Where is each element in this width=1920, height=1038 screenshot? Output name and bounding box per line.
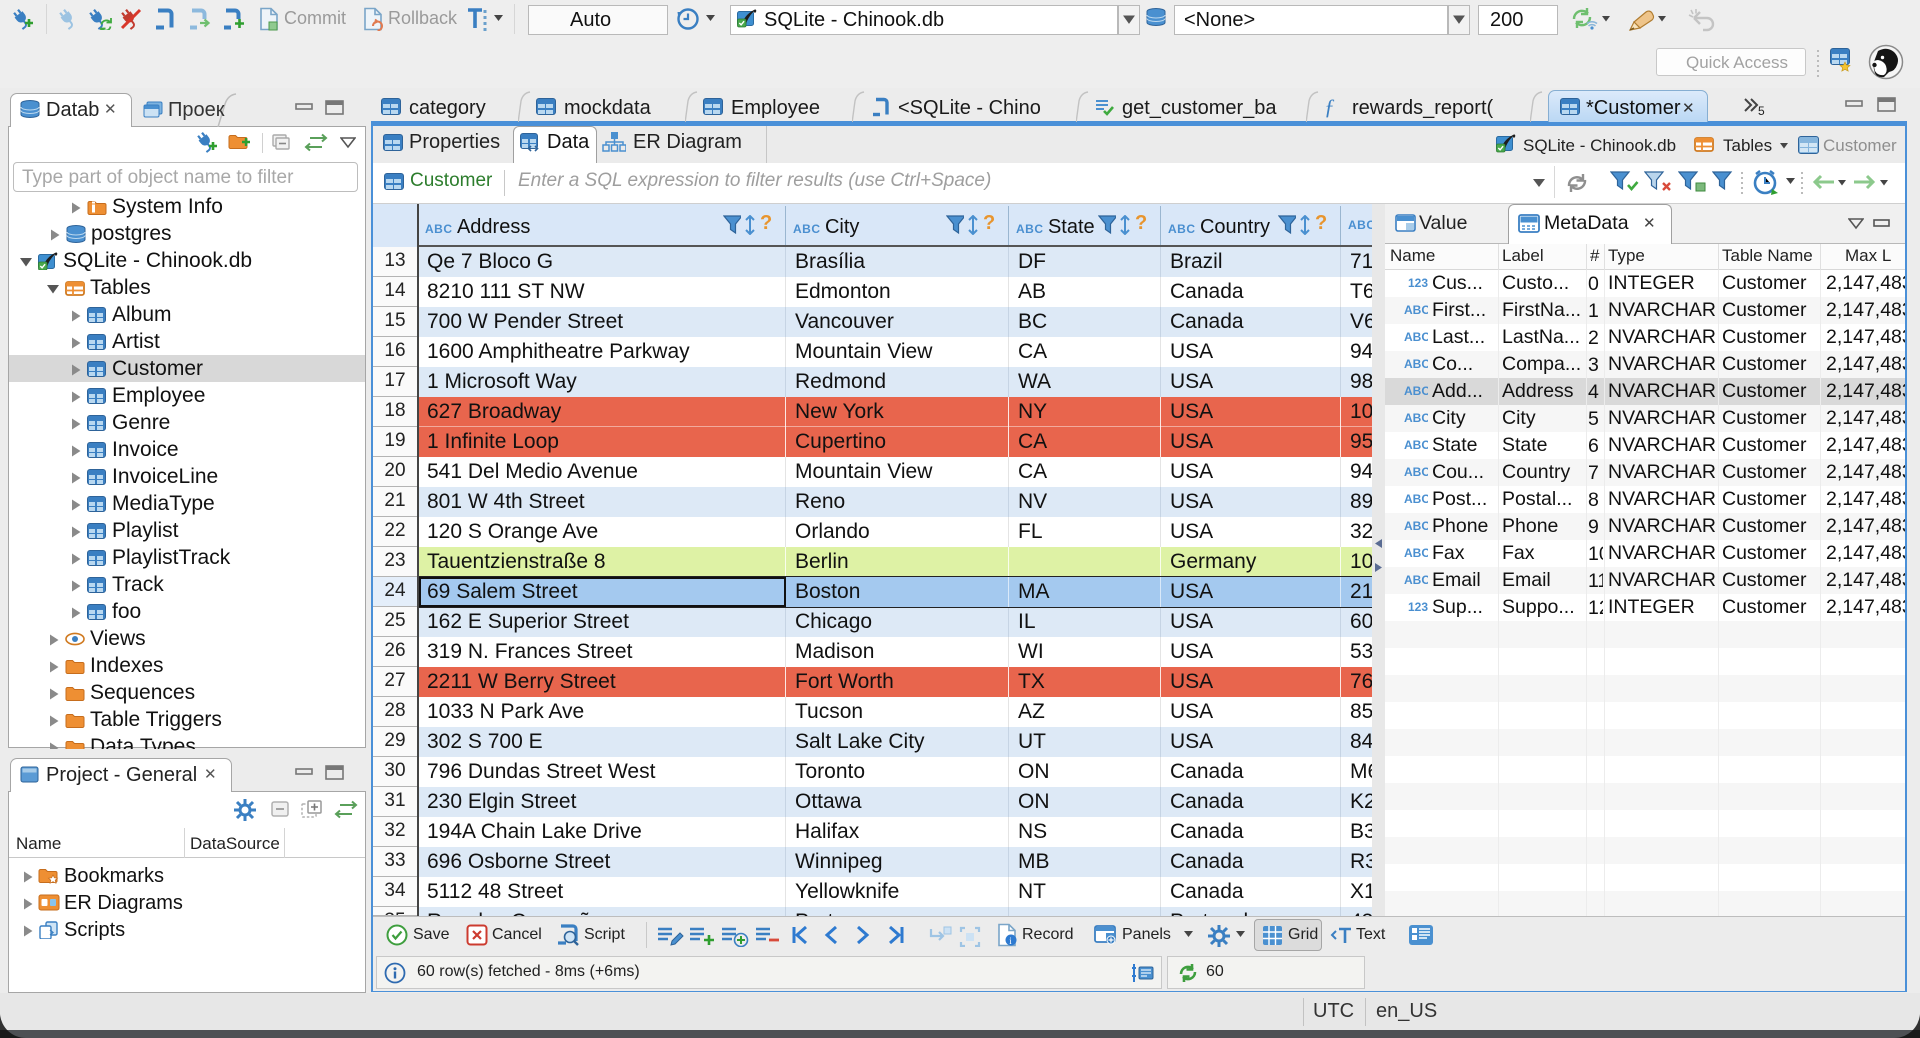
svg-text:5: 5: [1758, 104, 1765, 118]
